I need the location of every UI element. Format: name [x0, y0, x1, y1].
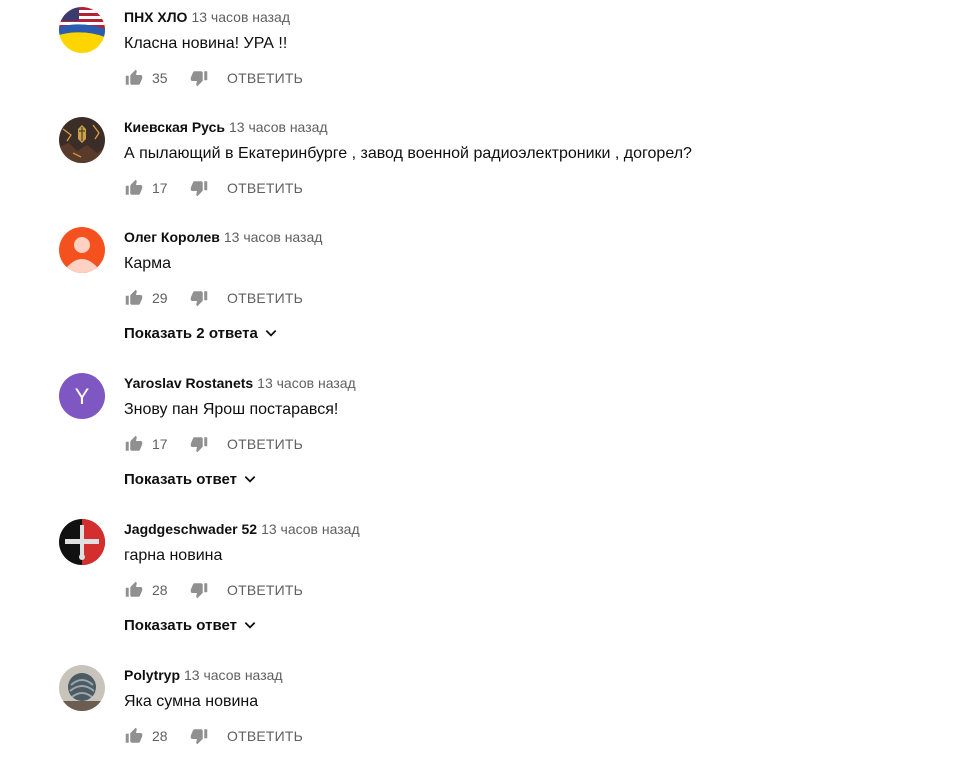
author-name[interactable]: Yaroslav Rostanets	[124, 375, 253, 391]
thumb-down-icon	[190, 437, 208, 453]
avatar[interactable]	[59, 519, 105, 565]
author-name[interactable]: Jagdgeschwader 52	[124, 521, 257, 537]
like-button[interactable]	[124, 288, 144, 308]
reply-button[interactable]: ОТВЕТИТЬ	[227, 70, 303, 86]
like-count: 17	[152, 436, 168, 452]
comment-text: А пылающий в Екатеринбурге , завод военн…	[124, 145, 692, 162]
comment-actions: 35 ОТВЕТИТЬ	[124, 67, 303, 89]
reply-button[interactable]: ОТВЕТИТЬ	[227, 290, 303, 306]
avatar[interactable]	[59, 7, 105, 53]
author-name[interactable]: ПНХ ХЛО	[124, 9, 187, 25]
show-replies-button[interactable]: Показать ответ	[124, 468, 257, 490]
comment-text: Знову пан Ярош постарався!	[124, 401, 339, 418]
avatar[interactable]	[59, 665, 105, 711]
comment-text: гарна новина	[124, 547, 223, 564]
like-count: 35	[152, 70, 168, 86]
chevron-down-icon	[264, 326, 278, 340]
dislike-button[interactable]	[189, 434, 209, 454]
thumb-up-icon	[125, 289, 143, 305]
avatar-letter: Y	[75, 384, 90, 409]
timestamp[interactable]: 13 часов назад	[229, 119, 328, 135]
avatar[interactable]	[59, 227, 105, 273]
comment-text: Класна новина! УРА !!	[124, 35, 288, 52]
comment-header: Yaroslav Rostanets 13 часов назад	[124, 373, 356, 393]
comment-header: Polytryp 13 часов назад	[124, 665, 283, 685]
dislike-button[interactable]	[189, 68, 209, 88]
like-button[interactable]	[124, 580, 144, 600]
timestamp[interactable]: 13 часов назад	[261, 521, 360, 537]
like-count: 17	[152, 180, 168, 196]
show-replies-label: Показать 2 ответа	[124, 324, 258, 342]
dislike-button[interactable]	[189, 178, 209, 198]
comment-actions: 29 ОТВЕТИТЬ	[124, 287, 303, 309]
thumb-down-icon	[190, 181, 208, 197]
author-name[interactable]: Polytryp	[124, 667, 180, 683]
like-button[interactable]	[124, 68, 144, 88]
avatar[interactable]	[59, 117, 105, 163]
like-count: 28	[152, 582, 168, 598]
like-count: 28	[152, 728, 168, 744]
thumb-up-icon	[125, 69, 143, 85]
comment-actions: 28 ОТВЕТИТЬ	[124, 725, 303, 747]
thumb-down-icon	[190, 71, 208, 87]
thumb-up-icon	[125, 581, 143, 597]
comment-actions: 28 ОТВЕТИТЬ	[124, 579, 303, 601]
like-button[interactable]	[124, 726, 144, 746]
comment-text: Яка сумна новина	[124, 693, 259, 710]
author-name[interactable]: Олег Королев	[124, 229, 220, 245]
thumb-down-icon	[190, 583, 208, 599]
show-replies-button[interactable]: Показать 2 ответа	[124, 322, 278, 344]
timestamp[interactable]: 13 часов назад	[257, 375, 356, 391]
comment-actions: 17 ОТВЕТИТЬ	[124, 433, 303, 455]
show-replies-button[interactable]: Показать ответ	[124, 614, 257, 636]
thumb-up-icon	[125, 727, 143, 743]
dislike-button[interactable]	[189, 288, 209, 308]
avatar[interactable]: Y	[59, 373, 105, 419]
chevron-down-icon	[243, 618, 257, 632]
timestamp[interactable]: 13 часов назад	[184, 667, 283, 683]
chevron-down-icon	[243, 472, 257, 486]
reply-button[interactable]: ОТВЕТИТЬ	[227, 180, 303, 196]
author-name[interactable]: Киевская Русь	[124, 119, 225, 135]
comment-actions: 17 ОТВЕТИТЬ	[124, 177, 303, 199]
dislike-button[interactable]	[189, 580, 209, 600]
comment-header: Киевская Русь 13 часов назад	[124, 117, 328, 137]
like-count: 29	[152, 290, 168, 306]
thumb-down-icon	[190, 729, 208, 745]
comment-text: Карма	[124, 255, 172, 272]
reply-button[interactable]: ОТВЕТИТЬ	[227, 436, 303, 452]
show-replies-label: Показать ответ	[124, 616, 237, 634]
thumb-up-icon	[125, 435, 143, 451]
reply-button[interactable]: ОТВЕТИТЬ	[227, 728, 303, 744]
dislike-button[interactable]	[189, 726, 209, 746]
like-button[interactable]	[124, 434, 144, 454]
thumb-down-icon	[190, 291, 208, 307]
comment-header: Олег Королев 13 часов назад	[124, 227, 322, 247]
timestamp[interactable]: 13 часов назад	[191, 9, 290, 25]
reply-button[interactable]: ОТВЕТИТЬ	[227, 582, 303, 598]
comment-header: ПНХ ХЛО 13 часов назад	[124, 7, 290, 27]
comment-header: Jagdgeschwader 52 13 часов назад	[124, 519, 360, 539]
like-button[interactable]	[124, 178, 144, 198]
thumb-up-icon	[125, 179, 143, 195]
show-replies-label: Показать ответ	[124, 470, 237, 488]
timestamp[interactable]: 13 часов назад	[224, 229, 323, 245]
